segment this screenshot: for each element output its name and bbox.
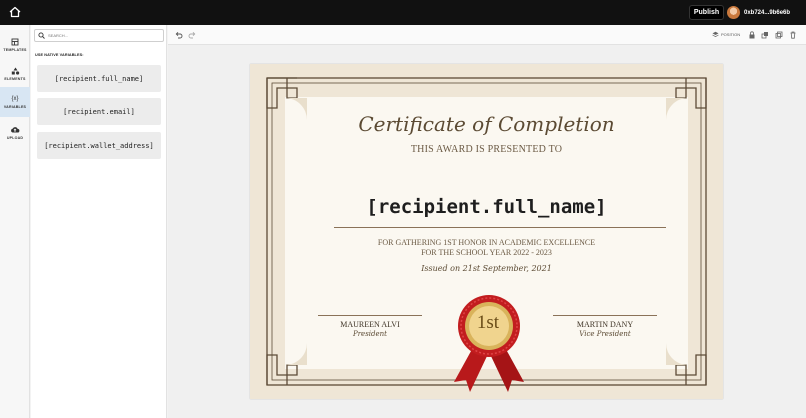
- delete-button[interactable]: [788, 30, 798, 40]
- search-box[interactable]: [34, 29, 164, 42]
- avatar: [727, 6, 740, 19]
- variable-chip-email[interactable]: [recipient.email]: [37, 98, 161, 125]
- template-icon: [10, 38, 20, 46]
- sidebar-item-label: UPLOAD: [6, 136, 24, 140]
- certificate-subtitle[interactable]: THIS AWARD IS PRESENTED TO: [250, 144, 723, 155]
- sidebar-item-label: TEMPLATES: [3, 48, 27, 52]
- sidebar-item-label: VARIABLES: [3, 105, 27, 109]
- editor-toolbar: [168, 25, 806, 45]
- lock-icon: [749, 31, 755, 39]
- sidebar-item-label: ELEMENTS: [4, 77, 26, 81]
- home-icon: [9, 6, 21, 18]
- search-icon: [38, 32, 45, 39]
- wallet-account[interactable]: 0xb724...9b6e6b: [727, 4, 799, 21]
- home-button[interactable]: [8, 5, 22, 19]
- redo-icon: [188, 31, 196, 39]
- undo-button[interactable]: [174, 30, 184, 40]
- search-input[interactable]: [48, 33, 158, 38]
- variable-chip-full-name[interactable]: [recipient.full_name]: [37, 65, 161, 92]
- signer-name-right[interactable]: MARTIN DANY: [553, 320, 657, 329]
- seal-label: 1st: [476, 312, 500, 333]
- signer-role-left[interactable]: President: [318, 330, 422, 338]
- layers-icon: [712, 31, 719, 37]
- sidebar-item-templates[interactable]: TEMPLATES: [0, 31, 30, 59]
- group-icon: [761, 32, 768, 39]
- wallet-address: 0xb724...9b6e6b: [744, 9, 791, 16]
- position-label: POSITION: [721, 32, 741, 37]
- name-underline: [334, 227, 666, 228]
- signature-line-right: [553, 315, 657, 316]
- certificate-title[interactable]: Certificate of Completion: [250, 112, 723, 136]
- trash-icon: [790, 31, 796, 39]
- signature-line-left: [318, 315, 422, 316]
- variable-chip-wallet-address[interactable]: [recipient.wallet_address]: [37, 132, 161, 159]
- position-button[interactable]: POSITION: [712, 31, 740, 38]
- shapes-icon: [10, 67, 20, 75]
- redo-button[interactable]: [187, 30, 197, 40]
- signer-name-left[interactable]: MAUREEN ALVI: [318, 320, 422, 329]
- honor-line-1: FOR GATHERING 1ST HONOR IN ACADEMIC EXCE…: [377, 238, 596, 247]
- sidebar-item-elements[interactable]: ELEMENTS: [0, 60, 30, 88]
- section-title: USE NATIVE VARIABLES:: [35, 53, 84, 57]
- publish-button[interactable]: Publish: [689, 5, 724, 20]
- duplicate-icon: [775, 31, 783, 39]
- sidebar-item-upload[interactable]: UPLOAD: [0, 119, 30, 147]
- sidebar-item-variables[interactable]: {x} VARIABLES: [0, 87, 30, 117]
- variables-icon: {x}: [11, 96, 19, 102]
- lock-button[interactable]: [747, 30, 757, 40]
- recipient-name[interactable]: [recipient.full_name]: [250, 196, 723, 218]
- top-bar: Publish 0xb724...9b6e6b: [0, 0, 806, 25]
- honor-text[interactable]: FOR GATHERING 1ST HONOR IN ACADEMIC EXCE…: [250, 238, 723, 258]
- group-button[interactable]: [760, 30, 770, 40]
- issued-date[interactable]: Issued on 21st September, 2021: [250, 264, 723, 273]
- cloud-upload-icon: [10, 126, 20, 134]
- duplicate-button[interactable]: [774, 30, 784, 40]
- award-seal-icon[interactable]: [448, 292, 530, 396]
- sidebar-rail: TEMPLATES ELEMENTS {x} VARIABLES UPLOAD: [0, 25, 30, 418]
- honor-line-2: FOR THE SCHOOL YEAR 2022 - 2023: [421, 248, 552, 257]
- signer-role-right[interactable]: Vice President: [553, 330, 657, 338]
- variables-panel: USE NATIVE VARIABLES: [recipient.full_na…: [31, 25, 167, 418]
- undo-icon: [175, 31, 183, 39]
